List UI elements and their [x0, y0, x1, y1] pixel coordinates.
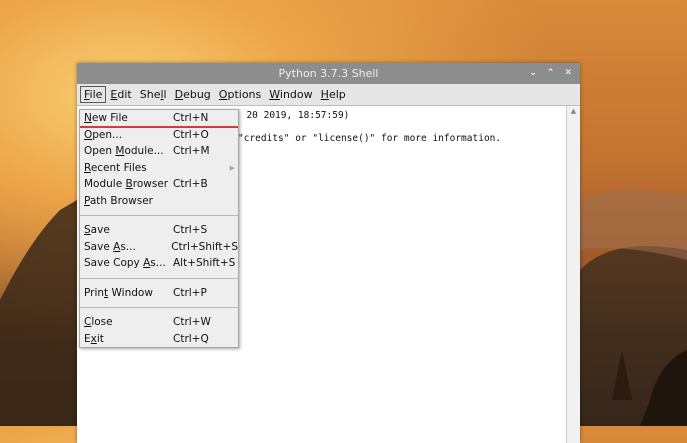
window-titlebar[interactable]: Python 3.7.3 Shell ⌄ ⌃ ✕: [77, 63, 580, 84]
menu-item-label: Module Browser: [84, 178, 169, 191]
minimize-chevron-down-icon[interactable]: ⌄: [529, 63, 537, 84]
menu-help[interactable]: Help: [317, 86, 350, 103]
menubar: File Edit Shell Debug Options Window Help: [77, 84, 580, 106]
submenu-arrow-icon: ▶: [229, 163, 235, 172]
menu-item-print-window[interactable]: Print Window Ctrl+P: [80, 285, 238, 302]
menu-item-shortcut: Ctrl+N: [173, 112, 209, 125]
menu-item-close[interactable]: Close Ctrl+W: [80, 314, 238, 331]
menu-item-path-browser[interactable]: Path Browser: [80, 193, 238, 210]
menu-item-open-module[interactable]: Open Module... Ctrl+M: [80, 143, 238, 160]
menu-item-shortcut: Ctrl+P: [173, 286, 207, 299]
menu-item-shortcut: Ctrl+B: [173, 178, 208, 191]
menu-item-label: Save: [84, 224, 110, 237]
menu-options[interactable]: Options: [215, 86, 265, 103]
menu-item-shortcut: Ctrl+Q: [173, 332, 209, 345]
menu-edit[interactable]: Edit: [106, 86, 135, 103]
menu-item-label: Open...: [84, 128, 123, 141]
shell-output-line: "credits" or "license()" for more inform…: [238, 133, 502, 144]
menu-item-label: Recent Files: [84, 161, 147, 174]
shell-output-line: : 20 2019, 18:57:59): [235, 110, 350, 121]
menu-separator: [80, 277, 238, 279]
menu-window[interactable]: Window: [265, 86, 316, 103]
menu-item-shortcut: Ctrl+W: [173, 316, 211, 329]
menu-debug[interactable]: Debug: [171, 86, 215, 103]
menu-item-shortcut: Ctrl+Shift+S: [171, 240, 238, 253]
menu-shell[interactable]: Shell: [136, 86, 171, 103]
menu-item-label: Exit: [84, 332, 104, 345]
menu-item-save[interactable]: Save Ctrl+S: [80, 222, 238, 239]
menu-item-save-as[interactable]: Save As... Ctrl+Shift+S: [80, 239, 238, 256]
menu-separator: [80, 215, 238, 216]
menu-item-module-browser[interactable]: Module Browser Ctrl+B: [80, 176, 238, 193]
menu-item-label: Print Window: [84, 286, 153, 299]
window-title: Python 3.7.3 Shell: [278, 67, 379, 80]
menu-item-open[interactable]: Open... Ctrl+O: [80, 127, 238, 144]
menu-item-label: Open Module...: [84, 145, 164, 158]
menu-separator: [80, 307, 238, 308]
menu-item-label: New File: [84, 112, 128, 125]
file-menu-dropdown: New File Ctrl+N Open... Ctrl+O Open Module..…: [79, 109, 239, 348]
menu-item-label: Close: [84, 316, 113, 329]
menu-item-label: Save Copy As...: [84, 257, 166, 270]
menu-item-label: Save As...: [84, 240, 136, 253]
menu-item-shortcut: Ctrl+M: [173, 145, 210, 158]
menu-item-shortcut: Ctrl+O: [173, 128, 209, 141]
maximize-chevron-up-icon[interactable]: ⌃: [547, 63, 555, 84]
menu-item-exit[interactable]: Exit Ctrl+Q: [80, 331, 238, 348]
scroll-up-arrow-icon[interactable]: ▲: [567, 106, 580, 116]
menu-item-shortcut: Ctrl+S: [173, 224, 208, 237]
close-icon[interactable]: ✕: [564, 63, 572, 84]
menu-item-shortcut: Alt+Shift+S: [173, 257, 236, 270]
menu-item-label: Path Browser: [84, 194, 153, 207]
menu-item-save-copy-as[interactable]: Save Copy As... Alt+Shift+S: [80, 255, 238, 272]
vertical-scrollbar[interactable]: ▲: [566, 106, 580, 443]
menu-item-new-file[interactable]: New File Ctrl+N: [80, 110, 238, 128]
menu-file[interactable]: File: [80, 86, 107, 103]
menu-item-recent-files[interactable]: Recent Files ▶: [80, 160, 238, 177]
